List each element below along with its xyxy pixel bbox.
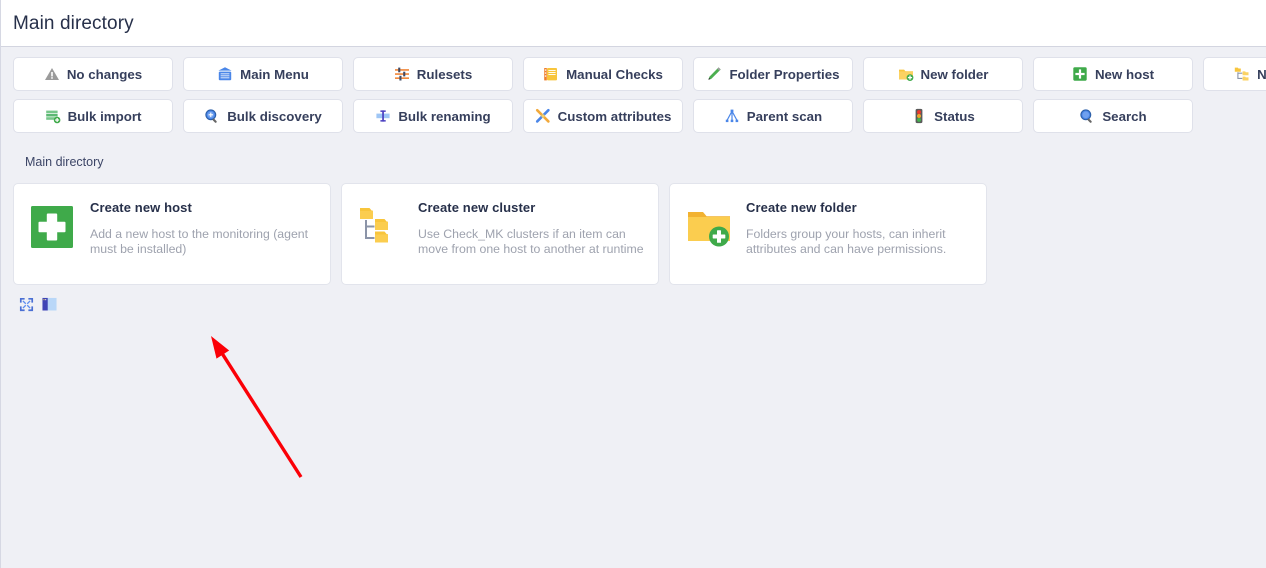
card-title: Create new folder: [746, 200, 857, 215]
toolbar-button-label: Search: [1102, 108, 1147, 124]
toolbar-button-bulk-import[interactable]: Bulk import: [13, 99, 173, 133]
breadcrumb[interactable]: Main directory: [1, 141, 1266, 169]
toolbar-button-new-folder[interactable]: New folder: [863, 57, 1023, 91]
crossed-tools-icon: [535, 108, 551, 124]
action-cards: Create new host Add a new host to the mon…: [1, 169, 1266, 285]
card-body: Create new folder Folders group your host…: [746, 198, 972, 257]
card-body: Create new cluster Use Check_MK clusters …: [418, 198, 644, 257]
page-header: Main directory: [1, 0, 1266, 47]
clipboard-icon: [543, 66, 559, 82]
toolbar-button-new-cluster[interactable]: New cluster: [1203, 57, 1266, 91]
toolbar-button-bulk-renaming[interactable]: Bulk renaming: [353, 99, 513, 133]
toolbar-button-label: Rulesets: [416, 66, 473, 82]
card-description: Add a new host to the monitoring (agent …: [90, 227, 309, 256]
toolbar-button-parent-scan[interactable]: Parent scan: [693, 99, 853, 133]
toolbar-button-search[interactable]: Search: [1033, 99, 1193, 133]
toolbar-button-label: Status: [934, 108, 975, 124]
toolbar-button-label: Bulk import: [67, 108, 142, 124]
toolbar-button-new-host[interactable]: New host: [1033, 57, 1193, 91]
magnifier-icon: [1079, 108, 1095, 124]
import-stack-icon: [45, 108, 61, 124]
card-body: Create new host Add a new host to the mon…: [90, 198, 316, 257]
toolbar-button-label: Folder Properties: [729, 66, 840, 82]
sliders-icon: [394, 66, 410, 82]
magnifier-plus-icon: [204, 108, 220, 124]
toolbar-button-label: No changes: [66, 66, 143, 82]
folder-plus-big-icon: [686, 198, 732, 250]
toolbar-button-custom-attributes[interactable]: Custom attributes: [523, 99, 683, 133]
toolbar: No changes Main Menu Rulesets Manual Checks…: [1, 47, 1266, 133]
toolbar-button-label: Parent scan: [746, 108, 823, 124]
toolbar-button-bulk-discovery[interactable]: Bulk discovery: [183, 99, 343, 133]
card-create-new-cluster[interactable]: Create new cluster Use Check_MK clusters …: [341, 183, 659, 285]
toolbar-button-label: Bulk discovery: [227, 108, 322, 124]
menu-list-icon: [217, 66, 233, 82]
network-tree-icon: [724, 108, 740, 124]
toolbar-button-label: Custom attributes: [557, 108, 672, 124]
green-plus-square-icon: [30, 198, 76, 250]
traffic-light-icon: [911, 108, 927, 124]
page-root: Main directory No changes Main Menu Rulese…: [0, 0, 1266, 568]
cluster-tree-icon: [1234, 66, 1250, 82]
toolbar-button-no-changes[interactable]: No changes: [13, 57, 173, 91]
footer-icon-bar: [1, 285, 1266, 312]
arrow-shaft: [219, 350, 303, 478]
text-cursor-icon: [375, 108, 391, 124]
card-create-new-host[interactable]: Create new host Add a new host to the mon…: [13, 183, 331, 285]
toolbar-button-rulesets[interactable]: Rulesets: [353, 57, 513, 91]
toolbar-button-manual-checks[interactable]: Manual Checks: [523, 57, 683, 91]
arrow-head: [211, 336, 230, 359]
toolbar-row-primary: No changes Main Menu Rulesets Manual Checks…: [1, 57, 1266, 91]
toolbar-button-label: Main Menu: [240, 66, 309, 82]
toolbar-button-folder-properties[interactable]: Folder Properties: [693, 57, 853, 91]
folder-cluster-icon: [358, 198, 404, 250]
card-description: Folders group your hosts, can inherit at…: [746, 227, 947, 256]
page-title: Main directory: [13, 12, 134, 34]
toolbar-button-status[interactable]: Status: [863, 99, 1023, 133]
card-title: Create new cluster: [418, 200, 536, 215]
card-description: Use Check_MK clusters if an item can mov…: [418, 227, 644, 256]
warning-triangle-icon: [44, 66, 60, 82]
toolbar-button-label: New host: [1094, 66, 1155, 82]
card-title: Create new host: [90, 200, 192, 215]
expand-fullscreen-icon[interactable]: [19, 297, 34, 312]
toolbar-button-main-menu[interactable]: Main Menu: [183, 57, 343, 91]
toolbar-button-label: New cluster: [1257, 66, 1266, 82]
toggle-sidebar-icon[interactable]: [42, 297, 57, 312]
toolbar-row-secondary: Bulk import Bulk discovery Bulk renaming Cu…: [1, 99, 1266, 133]
toolbar-button-label: Manual Checks: [566, 66, 663, 82]
toolbar-button-label: Bulk renaming: [398, 108, 491, 124]
pencil-icon: [706, 66, 722, 82]
folder-plus-icon: [898, 66, 914, 82]
green-plus-icon: [1072, 66, 1088, 82]
card-create-new-folder[interactable]: Create new folder Folders group your host…: [669, 183, 987, 285]
toolbar-button-label: New folder: [920, 66, 989, 82]
